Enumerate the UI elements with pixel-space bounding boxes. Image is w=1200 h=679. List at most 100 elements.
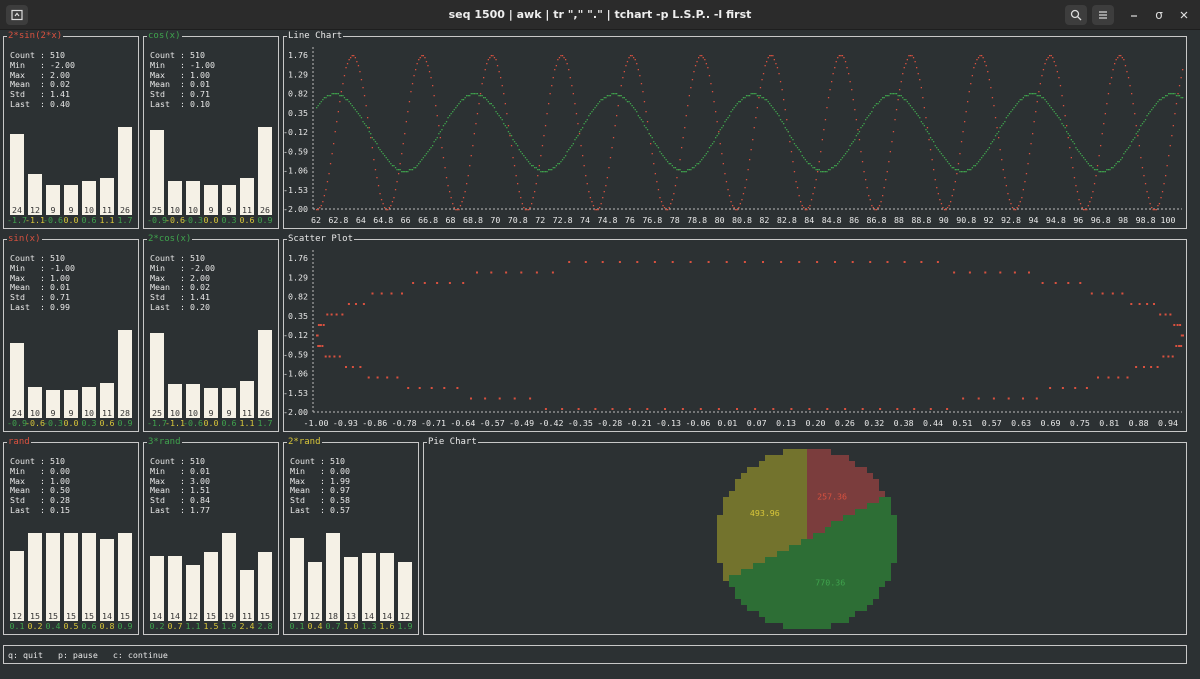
pie-cell — [723, 515, 729, 521]
pie-cell — [801, 461, 807, 467]
pie-cell — [777, 599, 783, 605]
line-point — [614, 93, 616, 95]
line-point — [1177, 93, 1179, 95]
stat-label: Count : — [150, 50, 185, 60]
line-point — [981, 157, 983, 159]
pie-cell — [873, 563, 879, 569]
pie-cell — [843, 611, 849, 617]
line-point — [467, 95, 469, 97]
pie-cell — [813, 509, 819, 515]
line-point — [489, 57, 491, 59]
scatter-point — [936, 261, 939, 263]
pie-cell — [831, 545, 837, 551]
line-point — [1011, 207, 1014, 209]
pie-cell — [855, 479, 861, 485]
line-point — [331, 93, 333, 95]
pie-cell — [819, 569, 825, 575]
line-point — [1126, 71, 1128, 73]
pie-chart: 257.36770.36493.96 — [717, 449, 897, 629]
line-point — [379, 149, 381, 151]
pie-cell — [819, 515, 825, 521]
line-point — [798, 149, 800, 151]
x-tick-label: 66 — [401, 215, 411, 225]
line-point — [1027, 95, 1029, 97]
line-point — [778, 115, 780, 117]
scatter-point — [1117, 376, 1120, 379]
stat-value: 510 — [189, 50, 205, 60]
histogram-bin-label: 0.0 — [203, 215, 219, 225]
line-point — [637, 115, 639, 117]
line-point — [931, 139, 933, 141]
pie-cell — [741, 509, 747, 515]
pie-cell — [837, 563, 843, 569]
close-button[interactable] — [1174, 5, 1194, 25]
scatter-point — [505, 271, 508, 274]
line-point — [532, 165, 534, 167]
pie-cell — [873, 551, 879, 557]
pie-cell — [759, 551, 765, 557]
histogram-column: 12 0.4 — [308, 521, 323, 631]
restore-button[interactable]: σ — [1149, 5, 1169, 25]
minimize-button[interactable] — [1124, 5, 1144, 25]
line-point — [926, 131, 929, 133]
stat-label: Max : — [290, 475, 325, 486]
pie-cell — [819, 533, 825, 539]
line-point — [368, 131, 370, 133]
line-point — [645, 127, 647, 129]
scatter-point — [1135, 366, 1138, 368]
menu-button[interactable] — [1092, 5, 1114, 25]
line-point — [875, 103, 878, 105]
pie-cell — [879, 545, 885, 551]
line-point — [705, 153, 707, 155]
scatter-point — [362, 303, 365, 305]
line-point — [1146, 191, 1148, 193]
line-point — [413, 167, 415, 169]
pie-cell — [843, 539, 849, 545]
x-tick-label: 96.8 — [1091, 215, 1111, 225]
histogram-column: 12 0.1 — [10, 521, 25, 631]
scatter-point — [903, 261, 906, 263]
line-point — [531, 165, 533, 167]
stat-value: 0.15 — [49, 504, 70, 515]
histogram-count: 9 — [226, 408, 232, 418]
line-point — [605, 97, 607, 99]
pie-cell — [741, 473, 747, 479]
pie-cell — [777, 545, 783, 551]
line-point — [334, 93, 336, 95]
pie-cell — [807, 575, 813, 581]
histogram-bar — [100, 539, 114, 621]
pie-cell — [723, 503, 729, 509]
pie-cell — [849, 521, 855, 527]
pie-cell — [801, 503, 807, 509]
line-point — [1174, 93, 1176, 95]
pie-cell — [885, 569, 891, 575]
scatter-point — [568, 261, 571, 263]
line-point — [350, 57, 352, 59]
line-point — [1079, 203, 1082, 205]
pie-cell — [855, 593, 861, 599]
line-point — [1141, 167, 1144, 169]
line-point — [367, 117, 369, 119]
line-point — [1123, 59, 1125, 61]
pie-cell — [789, 479, 795, 485]
line-point — [1137, 131, 1139, 133]
line-point — [659, 151, 661, 153]
histogram-count: 14 — [102, 611, 112, 621]
search-button[interactable] — [1065, 5, 1087, 25]
pie-cell — [831, 509, 837, 515]
pie-cell — [783, 569, 789, 575]
histogram-bar — [10, 343, 24, 418]
stat-label: Last : — [150, 98, 185, 109]
line-point — [688, 95, 690, 97]
line-point — [673, 167, 675, 169]
line-point — [636, 63, 638, 65]
line-point — [425, 153, 428, 155]
stat-value: 1.00 — [49, 272, 70, 283]
line-point — [820, 171, 822, 173]
pie-cell — [765, 485, 771, 491]
histogram-count: 9 — [208, 205, 214, 215]
line-point — [483, 97, 485, 99]
histogram-column: 26 1.7 — [118, 115, 133, 225]
stat-label: Count : — [10, 50, 45, 60]
line-point — [1161, 191, 1164, 193]
